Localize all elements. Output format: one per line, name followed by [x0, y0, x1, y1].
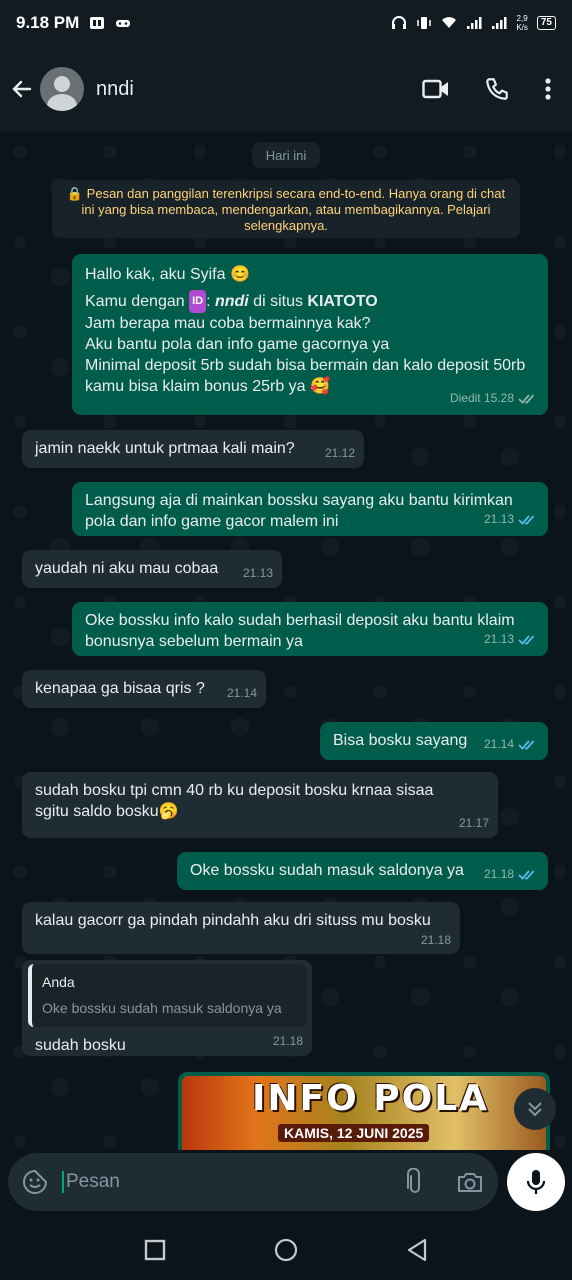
double-check-icon	[518, 739, 535, 750]
message-outgoing[interactable]: Hallo kak, aku Syifa 😊 Kamu dengan ID: n…	[72, 254, 548, 415]
message-incoming-reply[interactable]: Anda Oke bossku sudah masuk saldonya ya …	[22, 960, 312, 1056]
message-text-line: Hallo kak, aku Syifa 😊	[85, 266, 250, 283]
quoted-message[interactable]: Anda Oke bossku sudah masuk saldonya ya	[28, 964, 306, 1027]
message-input[interactable]	[62, 1171, 362, 1193]
message-incoming[interactable]: sudah bosku tpi cmn 40 rb ku deposit bos…	[22, 772, 498, 838]
headphones-icon	[392, 16, 407, 29]
message-time: 21.18	[420, 933, 451, 947]
message-incoming[interactable]: kalau gacorr ga pindah pindahh aku dri s…	[22, 902, 460, 954]
message-outgoing[interactable]: Bisa bosku sayang 21.14	[320, 722, 548, 760]
nav-back-icon[interactable]	[406, 1238, 428, 1262]
message-text: Oke bossku info kalo sudah berhasil depo…	[85, 612, 515, 650]
message-incoming[interactable]: jamin naekk untuk prtmaa kali main? 21.1…	[22, 430, 364, 468]
message-incoming[interactable]: yaudah ni aku mau cobaa 21.13	[22, 550, 282, 588]
chat-header: nndi	[0, 46, 572, 132]
image-subtitle: KAMIS, 12 JUNI 2025	[278, 1124, 430, 1142]
message-meta: 21.17	[459, 813, 489, 834]
scroll-down-icon	[528, 1102, 542, 1117]
double-check-icon	[518, 634, 535, 645]
camera-icon[interactable]	[456, 1170, 484, 1194]
signal-icon-2	[492, 17, 507, 29]
sticker-icon[interactable]	[22, 1169, 48, 1195]
message-input-container	[8, 1153, 498, 1211]
status-bar: 9.18 PM 2,9 K/s 75	[0, 0, 572, 46]
chat-area[interactable]: Hari ini 🔒 Pesan dan panggilan terenkrip…	[0, 132, 572, 1150]
double-check-icon	[518, 869, 535, 880]
back-arrow-icon	[12, 80, 32, 98]
message-text: sudah bosku	[35, 1037, 126, 1054]
message-meta: 21.14	[227, 683, 257, 704]
message-meta: 21.18	[273, 1031, 303, 1052]
more-vert-icon[interactable]	[544, 77, 552, 101]
message-time: 21.18	[483, 867, 514, 881]
signal-icon-1	[467, 17, 482, 29]
game-controller-icon	[116, 20, 131, 27]
message-meta: 21.13	[243, 563, 273, 584]
message-time: 21.14	[226, 686, 257, 700]
encryption-notice[interactable]: 🔒 Pesan dan panggilan terenkripsi secara…	[52, 180, 520, 238]
message-text: Langsung aja di mainkan bossku sayang ak…	[85, 492, 513, 530]
contact-avatar[interactable]	[40, 67, 84, 111]
message-text: kenapaa ga bisaa qris ?	[35, 680, 205, 697]
double-check-icon	[518, 514, 535, 525]
system-nav-bar	[0, 1220, 572, 1280]
message-meta: Diedit 15.28	[450, 388, 538, 409]
image-title: INFO POLA	[252, 1078, 490, 1119]
message-incoming[interactable]: kenapaa ga bisaa qris ? 21.14	[22, 670, 266, 708]
message-time: 21.13	[242, 566, 273, 580]
nav-recent-icon[interactable]	[144, 1239, 166, 1261]
battery-indicator: 75	[536, 16, 556, 30]
message-time: 21.13	[483, 512, 514, 526]
message-text: yaudah ni aku mau cobaa	[35, 560, 219, 577]
contact-name[interactable]: nndi	[96, 78, 134, 101]
id-emoji-icon: ID	[189, 290, 207, 313]
voice-message-button[interactable]	[507, 1153, 565, 1211]
quoted-text: Oke bossku sudah masuk saldonya ya	[42, 1000, 282, 1016]
double-check-icon	[518, 393, 535, 404]
message-meta: 21.13	[484, 629, 538, 650]
message-time: 21.12	[324, 446, 355, 460]
image-message[interactable]: INFO POLA KAMIS, 12 JUNI 2025	[178, 1072, 550, 1150]
message-outgoing[interactable]: Oke bossku sudah masuk saldonya ya 21.18	[177, 852, 548, 890]
scroll-down-button[interactable]	[514, 1088, 556, 1130]
promo-image[interactable]: INFO POLA KAMIS, 12 JUNI 2025	[182, 1076, 546, 1150]
message-text: sudah bosku tpi cmn 40 rb ku deposit bos…	[35, 782, 434, 820]
status-time: 9.18 PM	[16, 13, 80, 32]
site-name-text: KIATOTO	[307, 293, 378, 310]
wifi-icon	[442, 17, 457, 28]
message-meta: 21.14	[484, 734, 538, 755]
vibrate-icon	[417, 17, 432, 29]
message-meta: 21.12	[325, 443, 355, 464]
message-time: 21.17	[458, 816, 489, 830]
video-call-icon[interactable]	[422, 78, 450, 100]
message-meta: 21.18	[484, 864, 538, 885]
attach-icon[interactable]	[404, 1168, 426, 1196]
message-text-line: Aku bantu pola dan info game gacornya ya	[85, 336, 390, 353]
message-text-line: Jam berapa mau coba bermainnya kak?	[85, 315, 371, 332]
username-text: nndi	[214, 293, 249, 310]
date-chip: Hari ini	[252, 142, 320, 168]
nav-home-icon[interactable]	[274, 1238, 298, 1262]
back-button[interactable]	[8, 75, 36, 103]
message-outgoing[interactable]: Oke bossku info kalo sudah berhasil depo…	[72, 602, 548, 656]
message-time: 21.14	[483, 737, 514, 751]
mic-icon	[526, 1170, 546, 1194]
message-text-line: Kamu dengan ID: nndi di situs KIATOTO	[85, 290, 536, 313]
message-time: 21.13	[483, 632, 514, 646]
net-speed: 2,9 K/s	[516, 14, 528, 32]
message-meta: 21.18	[421, 930, 451, 951]
message-text: kalau gacorr ga pindah pindahh aku dri s…	[35, 912, 431, 929]
message-outgoing[interactable]: Langsung aja di mainkan bossku sayang ak…	[72, 482, 548, 536]
message-text: jamin naekk untuk prtmaa kali main?	[35, 440, 295, 457]
phone-icon[interactable]	[484, 76, 510, 102]
quoted-author: Anda	[42, 974, 75, 990]
app-notification-icon	[90, 17, 105, 29]
message-time: Diedit 15.28	[449, 391, 514, 405]
composer	[0, 1150, 572, 1220]
message-meta: 21.13	[484, 509, 538, 530]
message-time: 21.18	[272, 1034, 303, 1048]
